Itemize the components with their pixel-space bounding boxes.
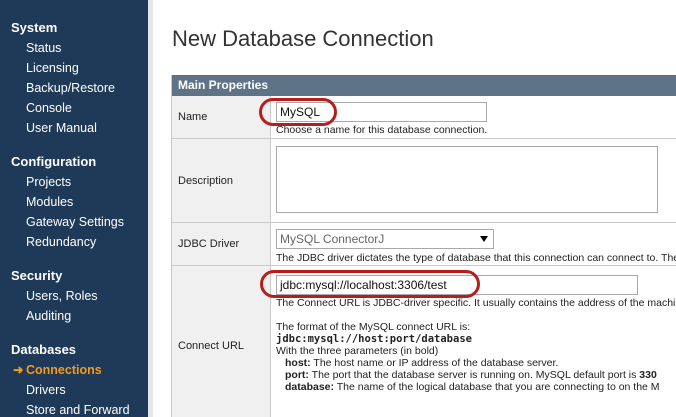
sidebar: System Status Licensing Backup/Restore C… — [0, 0, 148, 417]
connect-url-help: The Connect URL is JDBC-driver specific.… — [276, 297, 676, 309]
description-label: Description — [172, 139, 271, 222]
row-connect-url: Connect URL jdbc:mysql://localhost:3306/… — [172, 266, 676, 417]
sidebar-item-drivers[interactable]: Drivers — [0, 380, 148, 400]
sidebar-item-status[interactable]: Status — [0, 38, 148, 58]
sidebar-section-databases: Databases ➜ Connections Drivers Store and… — [0, 340, 148, 417]
jdbc-driver-selected: MySQL ConnectorJ — [280, 232, 385, 246]
param-database: database: The name of the logical databa… — [285, 381, 660, 393]
sidebar-section-security: Security Users, Roles Auditing — [0, 266, 148, 326]
row-jdbc-driver: JDBC Driver MySQL ConnectorJ The JDBC dr… — [172, 223, 676, 266]
name-label: Name — [172, 96, 271, 138]
row-name: Name MySQL Choose a name for this databa… — [172, 96, 676, 139]
sidebar-item-store-and-forward[interactable]: Store and Forward — [0, 400, 148, 417]
row-description: Description — [172, 139, 676, 223]
connect-url-label: Connect URL — [172, 266, 271, 417]
main-properties-form: Main Properties Name MySQL Choose a name… — [171, 75, 676, 417]
sidebar-heading-configuration: Configuration — [11, 154, 97, 169]
sidebar-item-licensing[interactable]: Licensing — [0, 58, 148, 78]
sidebar-item-projects[interactable]: Projects — [0, 172, 148, 192]
sidebar-item-users-roles[interactable]: Users, Roles — [0, 286, 148, 306]
sidebar-item-gateway-settings[interactable]: Gateway Settings — [0, 212, 148, 232]
connect-url-format: jdbc:mysql://host:port/database — [276, 333, 472, 345]
arrow-right-icon: ➜ — [13, 363, 24, 377]
sidebar-item-auditing[interactable]: Auditing — [0, 306, 148, 326]
section-header: Main Properties — [172, 75, 676, 96]
main-content: New Database Connection Main Properties … — [153, 0, 676, 417]
param-host: host: The host name or IP address of the… — [285, 357, 559, 369]
chevron-down-icon — [480, 236, 488, 242]
sidebar-item-modules[interactable]: Modules — [0, 192, 148, 212]
sidebar-item-console[interactable]: Console — [0, 98, 148, 118]
jdbc-driver-select[interactable]: MySQL ConnectorJ — [276, 229, 494, 249]
description-textarea[interactable] — [276, 146, 658, 213]
sidebar-section-configuration: Configuration Projects Modules Gateway S… — [0, 152, 148, 252]
jdbc-driver-help: The JDBC driver dictates the type of dat… — [276, 252, 676, 264]
connect-url-params-intro: With the three parameters (in bold) — [276, 345, 439, 357]
sidebar-heading-databases: Databases — [11, 342, 77, 357]
sidebar-item-connections[interactable]: ➜ Connections — [0, 360, 148, 380]
jdbc-driver-label: JDBC Driver — [172, 223, 271, 265]
connect-url-format-intro: The format of the MySQL connect URL is: — [276, 321, 471, 333]
page-title: New Database Connection — [172, 26, 434, 51]
name-help: Choose a name for this database connecti… — [276, 124, 488, 136]
sidebar-item-label: Connections — [26, 363, 102, 377]
param-port: port: The port that the database server … — [285, 369, 657, 381]
sidebar-item-user-manual[interactable]: User Manual — [0, 118, 148, 138]
name-highlight-oval — [259, 98, 337, 126]
sidebar-item-backup-restore[interactable]: Backup/Restore — [0, 78, 148, 98]
sidebar-item-redundancy[interactable]: Redundancy — [0, 232, 148, 252]
sidebar-heading-security: Security — [11, 268, 63, 283]
sidebar-heading-system: System — [11, 20, 58, 35]
sidebar-section-system: System Status Licensing Backup/Restore C… — [0, 18, 148, 138]
connect-url-highlight-oval — [260, 270, 480, 298]
